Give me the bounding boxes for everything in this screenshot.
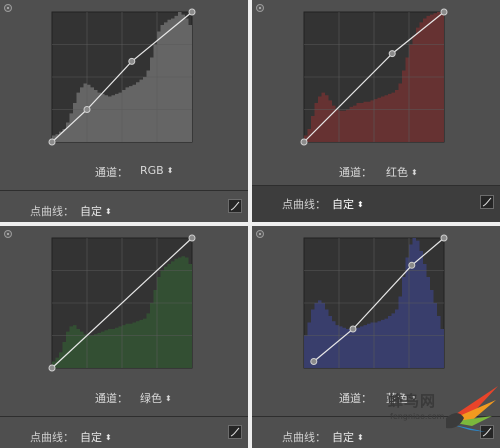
curve-point [83, 106, 91, 113]
curve-point [300, 138, 308, 146]
channel-value: 绿色 [140, 392, 162, 405]
curve-panel-rgb: 通道： RGB ⬍ 点曲线： 自定 ⬍ [0, 0, 248, 222]
point-curve-label: 点曲线： [282, 198, 326, 211]
updown-icon: ⬍ [357, 433, 364, 442]
updown-icon: ⬍ [357, 200, 364, 209]
channel-row[interactable]: 通道： 红色 ⬍ [252, 164, 500, 180]
curve-graph[interactable] [0, 226, 248, 386]
updown-icon: ⬍ [105, 207, 112, 216]
curve-point [188, 234, 196, 242]
point-curve-select[interactable]: 自定 ⬍ [332, 429, 364, 445]
curve-graph[interactable] [0, 0, 248, 160]
curve-point [48, 364, 56, 372]
channel-label: 通道： [95, 392, 128, 405]
channel-label: 通道： [339, 166, 372, 179]
watermark-text: 蜂鸟网 [388, 392, 437, 410]
curve-point [188, 8, 196, 16]
curve-edit-icon [230, 201, 240, 211]
curve-point [440, 8, 448, 16]
curve-point [48, 138, 56, 146]
edit-curve-button[interactable] [480, 195, 494, 209]
updown-icon: ⬍ [166, 166, 174, 175]
curve-edit-icon [230, 427, 240, 437]
curve-edit-icon [482, 197, 492, 207]
point-curve-bar: 点曲线： 自定 ⬍ [0, 191, 248, 222]
point-curve-label: 点曲线： [282, 431, 326, 444]
updown-icon: ⬍ [105, 433, 112, 442]
channel-row[interactable]: 通道： 绿色 ⬍ [0, 390, 248, 406]
point-curve-value: 自定 [80, 205, 102, 218]
point-curve-select[interactable]: 自定 ⬍ [332, 196, 364, 212]
curve-point [310, 358, 318, 365]
channel-label: 通道： [339, 392, 372, 405]
curve-panel-red: 通道： 红色 ⬍ 点曲线： 自定 ⬍ [252, 0, 500, 222]
curve-point [349, 325, 357, 333]
channel-row[interactable]: 通道： RGB ⬍ [0, 164, 248, 180]
curve-graph[interactable] [252, 226, 500, 386]
edit-curve-button[interactable] [228, 199, 242, 213]
updown-icon: ⬍ [165, 394, 172, 403]
channel-value: 红色 [386, 166, 408, 179]
point-curve-select[interactable]: 自定 ⬍ [80, 203, 112, 219]
curve-graph[interactable] [252, 0, 500, 160]
point-curve-label: 点曲线： [30, 205, 74, 218]
point-curve-value: 自定 [332, 198, 354, 211]
point-curve-bar: 点曲线： 自定 ⬍ [252, 186, 500, 222]
channel-label: 通道： [95, 166, 128, 179]
curve-point [388, 50, 396, 58]
point-curve-label: 点曲线： [30, 431, 74, 444]
updown-icon: ⬍ [411, 168, 418, 177]
point-curve-select[interactable]: 自定 ⬍ [80, 429, 112, 445]
channel-value: RGB [140, 164, 164, 177]
curve-point [408, 261, 416, 269]
curve-point [128, 57, 136, 65]
point-curve-value: 自定 [80, 431, 102, 444]
watermark-sub: fengniao.com [390, 412, 445, 421]
point-curve-value: 自定 [332, 431, 354, 444]
channel-select[interactable]: 红色 ⬍ [386, 164, 418, 180]
channel-select[interactable]: 绿色 ⬍ [140, 390, 172, 406]
channel-select[interactable]: RGB ⬍ [140, 164, 173, 177]
point-curve-bar: 点曲线： 自定 ⬍ [0, 417, 248, 448]
curve-panel-green: 通道： 绿色 ⬍ 点曲线： 自定 ⬍ [0, 226, 248, 448]
curve-point [440, 234, 448, 242]
edit-curve-button[interactable] [228, 425, 242, 439]
watermark: 蜂鸟网 fengniao.com [388, 378, 500, 448]
